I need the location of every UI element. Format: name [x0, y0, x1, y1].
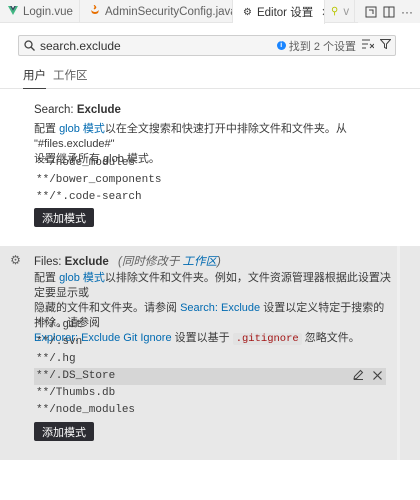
filter-icon[interactable] [379, 39, 392, 52]
java-icon [90, 4, 100, 18]
setting-files-exclude: ⚙ Files: Exclude (同时修改于 工作区) 配置 glob 模式以… [0, 246, 420, 460]
split-editor-icon[interactable] [380, 3, 398, 21]
modified-text: (同时修改于 [117, 256, 183, 268]
tab-overflow[interactable]: ⚲ v [325, 0, 355, 23]
list-item[interactable]: **/Thumbs.db [34, 385, 386, 402]
more-actions-icon[interactable]: ··· [398, 3, 416, 21]
tab-user[interactable]: 用户 [23, 67, 46, 89]
scrollbar-track [397, 246, 400, 460]
tab-label: Editor 设置 [256, 7, 314, 19]
vue-icon: ⚲ [331, 6, 339, 17]
setting-title: Files: Exclude (同时修改于 工作区) [34, 253, 221, 269]
list-item[interactable]: **/.hg [34, 351, 386, 368]
modified-text: ) [217, 256, 221, 268]
search-result-count: 找到 2 个设置 [288, 40, 356, 53]
clear-filter-icon[interactable] [362, 39, 375, 52]
tab-editor-settings[interactable]: ⚙ Editor 设置 ✕ [233, 0, 325, 24]
glob-pattern-link[interactable]: glob 模式 [59, 272, 105, 284]
add-pattern-button[interactable]: 添加模式 [34, 208, 94, 227]
editor-actions: ··· [358, 0, 420, 23]
tab-login-vue[interactable]: Login.vue [0, 0, 80, 23]
setting-title: Search: Exclude [34, 104, 121, 116]
desc-text: 配置 [34, 272, 60, 284]
tab-label: AdminSecurityConfig.java [105, 5, 233, 18]
search-icon [24, 40, 35, 51]
tab-label: v [343, 5, 350, 18]
list-item-text: **/.DS_Store [36, 370, 116, 382]
setting-search-exclude: Search: Exclude 配置 glob 模式以在全文搜索和快速打开中排除… [0, 98, 420, 238]
tab-workspace[interactable]: 工作区 [53, 67, 88, 89]
list-item[interactable]: **/node_modules [34, 155, 386, 172]
info-icon: i [276, 41, 286, 50]
list-item[interactable]: **/node_modules [34, 402, 386, 419]
desc-text: 配置 [34, 123, 60, 135]
list-item[interactable]: **/bower_components [34, 172, 386, 189]
editor-tab-bar: Login.vue AdminSecurityConfig.java ⚙ Edi… [0, 0, 420, 24]
list-item-selected[interactable]: **/.DS_Store [34, 368, 386, 385]
setting-category: Files: [34, 256, 65, 268]
settings-icon: ⚙ [243, 6, 252, 18]
search-query: search.exclude [40, 38, 121, 53]
setting-name: Exclude [76, 104, 121, 116]
modified-indicator: (同时修改于 工作区) [118, 256, 221, 268]
list-item[interactable]: **/.svn [34, 334, 386, 351]
vue-icon [8, 5, 18, 18]
open-json-icon[interactable] [362, 3, 380, 21]
workspace-link[interactable]: 工作区 [183, 256, 218, 268]
setting-category: Search: [34, 104, 77, 116]
settings-scope-tabs: 用户 工作区 [0, 63, 420, 89]
settings-search-input[interactable]: search.exclude i 找到 2 个设置 [18, 35, 396, 56]
remove-icon[interactable] [373, 368, 382, 385]
list-item[interactable]: **/.git [34, 317, 386, 334]
glob-pattern-link[interactable]: glob 模式 [59, 123, 105, 135]
list-item[interactable]: **/*.code-search [34, 189, 386, 206]
setting-name: Exclude [64, 256, 109, 268]
add-pattern-button[interactable]: 添加模式 [34, 422, 94, 441]
gear-icon[interactable]: ⚙ [9, 254, 22, 267]
search-exclude-link[interactable]: Search: Exclude [180, 302, 260, 314]
desc-text: 隐藏的文件和文件夹。请参阅 [34, 302, 181, 314]
tab-admin-security-config[interactable]: AdminSecurityConfig.java [80, 0, 233, 23]
tab-label: Login.vue [23, 5, 73, 18]
edit-icon[interactable] [353, 368, 364, 385]
